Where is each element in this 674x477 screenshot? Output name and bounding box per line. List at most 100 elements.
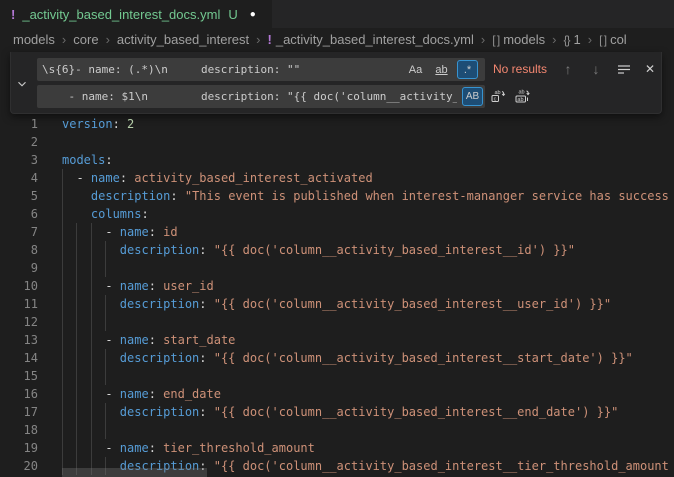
line-number[interactable]: 16: [0, 385, 38, 403]
line-number[interactable]: 18: [0, 421, 38, 439]
code-line[interactable]: 9: [0, 259, 674, 277]
regex-icon: .*: [464, 64, 471, 76]
code-line[interactable]: 5 description: "This event is published …: [0, 187, 674, 205]
line-number[interactable]: 8: [0, 241, 38, 259]
modified-dot-icon[interactable]: ●: [250, 9, 256, 20]
code-line[interactable]: 17 description: "{{ doc('column__activit…: [0, 403, 674, 421]
indent-guide-icon: [76, 313, 77, 331]
line-number[interactable]: 7: [0, 223, 38, 241]
symbol-array-icon: [ ]: [492, 33, 499, 47]
breadcrumb-item[interactable]: core: [73, 32, 98, 47]
code-line[interactable]: 1 version: 2: [0, 115, 674, 133]
code-line[interactable]: 4 - name: activity_based_interest_activa…: [0, 169, 674, 187]
line-number[interactable]: 17: [0, 403, 38, 421]
breadcrumb-separator-icon: ›: [62, 32, 66, 47]
line-number[interactable]: 13: [0, 331, 38, 349]
line-number[interactable]: 19: [0, 439, 38, 457]
horizontal-scrollbar-thumb[interactable]: [62, 468, 207, 477]
breadcrumb-item[interactable]: [ ]col: [599, 32, 627, 47]
breadcrumb-separator-icon: ›: [106, 32, 110, 47]
code-line[interactable]: 2: [0, 133, 674, 151]
replace-one-button[interactable]: ab c: [487, 85, 509, 107]
code-text: - name: user_id: [62, 277, 214, 295]
svg-text:c: c: [494, 96, 497, 102]
line-number[interactable]: 14: [0, 349, 38, 367]
previous-match-button[interactable]: ↑: [557, 58, 579, 80]
indent-guide-icon: [105, 259, 106, 277]
tab-activity-based-interest-docs[interactable]: ! _activity_based_interest_docs.yml U ●: [0, 0, 272, 28]
line-number[interactable]: 3: [0, 151, 38, 169]
breadcrumb: models › core › activity_based_interest › !_ac…: [0, 28, 674, 50]
replace-input[interactable]: [37, 85, 485, 108]
code-line[interactable]: 18: [0, 421, 674, 439]
code-text: - name: activity_based_interest_activate…: [62, 169, 373, 187]
breadcrumb-label: core: [73, 32, 98, 47]
code-line[interactable]: 14 description: "{{ doc('column__activit…: [0, 349, 674, 367]
line-number[interactable]: 15: [0, 367, 38, 385]
code-line[interactable]: 7 - name: id: [0, 223, 674, 241]
breadcrumb-item[interactable]: [ ] models: [492, 32, 545, 47]
indent-guide-icon: [105, 421, 106, 439]
find-in-selection-button[interactable]: [613, 58, 635, 80]
indent-guide-icon: [62, 313, 63, 331]
indent-guide-icon: [91, 367, 92, 385]
code-line[interactable]: 15: [0, 367, 674, 385]
next-match-button[interactable]: ↓: [585, 58, 607, 80]
line-number[interactable]: 2: [0, 133, 38, 151]
code-line[interactable]: 8 description: "{{ doc('column__activity…: [0, 241, 674, 259]
line-number[interactable]: 12: [0, 313, 38, 331]
find-replace-widget: Aa ab .* No results ↑ ↓ ✕ AB: [10, 52, 662, 114]
code-line[interactable]: 6 columns:: [0, 205, 674, 223]
symbol-array-icon: [ ]: [599, 33, 606, 47]
replace-all-button[interactable]: ab ab: [511, 85, 533, 107]
indent-guide-icon: [62, 367, 63, 385]
code-line[interactable]: 11 description: "{{ doc('column__activit…: [0, 295, 674, 313]
line-number[interactable]: 11: [0, 295, 38, 313]
preserve-case-button[interactable]: AB: [462, 87, 483, 106]
code-text: version: 2: [62, 115, 134, 133]
git-status-badge: U: [228, 7, 237, 22]
close-icon: ✕: [645, 62, 655, 76]
breadcrumb-item[interactable]: activity_based_interest: [117, 32, 249, 47]
preserve-case-icon: AB: [466, 91, 479, 102]
code-text: description: "{{ doc('column__activity_b…: [62, 241, 575, 259]
close-find-button[interactable]: ✕: [639, 58, 661, 80]
breadcrumb-item[interactable]: models: [13, 32, 55, 47]
regex-button[interactable]: .*: [457, 60, 478, 79]
line-number[interactable]: 1: [0, 115, 38, 133]
match-case-button[interactable]: Aa: [405, 60, 426, 79]
indent-guide-icon: [91, 421, 92, 439]
editor-code-area[interactable]: 1version: 223models:4 - name: activity_b…: [0, 115, 674, 477]
code-text: description: "{{ doc('column__activity_b…: [62, 403, 618, 421]
line-number[interactable]: 5: [0, 187, 38, 205]
code-line[interactable]: 19 - name: tier_threshold_amount: [0, 439, 674, 457]
toggle-replace-button[interactable]: [12, 74, 32, 94]
line-number[interactable]: 4: [0, 169, 38, 187]
replace-icon: ab c: [490, 88, 506, 104]
indent-guide-icon: [76, 367, 77, 385]
line-number[interactable]: 10: [0, 277, 38, 295]
line-number[interactable]: 6: [0, 205, 38, 223]
indent-guide-icon: [105, 367, 106, 385]
breadcrumb-item[interactable]: {}1: [563, 32, 580, 47]
code-line[interactable]: 16 - name: end_date: [0, 385, 674, 403]
line-number[interactable]: 9: [0, 259, 38, 277]
code-line[interactable]: 10 - name: user_id: [0, 277, 674, 295]
breadcrumb-separator-icon: ›: [256, 32, 260, 47]
breadcrumb-separator-icon: ›: [552, 32, 556, 47]
code-line[interactable]: 12: [0, 313, 674, 331]
code-text: description: "{{ doc('column__activity_b…: [62, 295, 611, 313]
code-line[interactable]: 3 models:: [0, 151, 674, 169]
breadcrumb-label: models: [503, 32, 545, 47]
whole-word-button[interactable]: ab: [431, 60, 452, 79]
selection-lines-icon: [616, 61, 632, 77]
code-text: - name: start_date: [62, 331, 235, 349]
code-text: description: "This event is published wh…: [62, 187, 669, 205]
indent-guide-icon: [91, 259, 92, 277]
breadcrumb-label: activity_based_interest: [117, 32, 249, 47]
code-text: models:: [62, 151, 113, 169]
line-number[interactable]: 20: [0, 457, 38, 475]
breadcrumb-label: models: [13, 32, 55, 47]
code-line[interactable]: 13 - name: start_date: [0, 331, 674, 349]
breadcrumb-item[interactable]: !_activity_based_interest_docs.yml: [268, 32, 474, 47]
